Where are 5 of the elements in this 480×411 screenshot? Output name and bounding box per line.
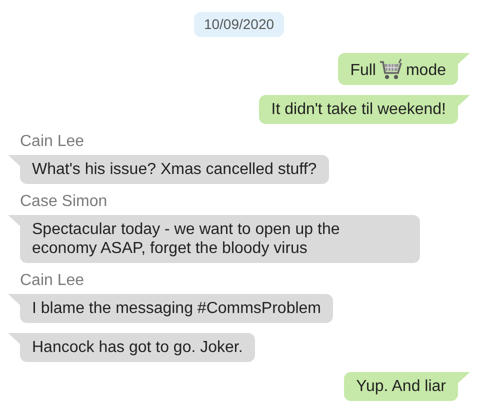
cart-icon	[378, 58, 403, 80]
sender-name: Case Simon	[20, 193, 108, 211]
sender-name: Cain Lee	[20, 133, 84, 151]
sender-name: Cain Lee	[20, 272, 84, 290]
date-label: 10/09/2020	[194, 12, 284, 37]
